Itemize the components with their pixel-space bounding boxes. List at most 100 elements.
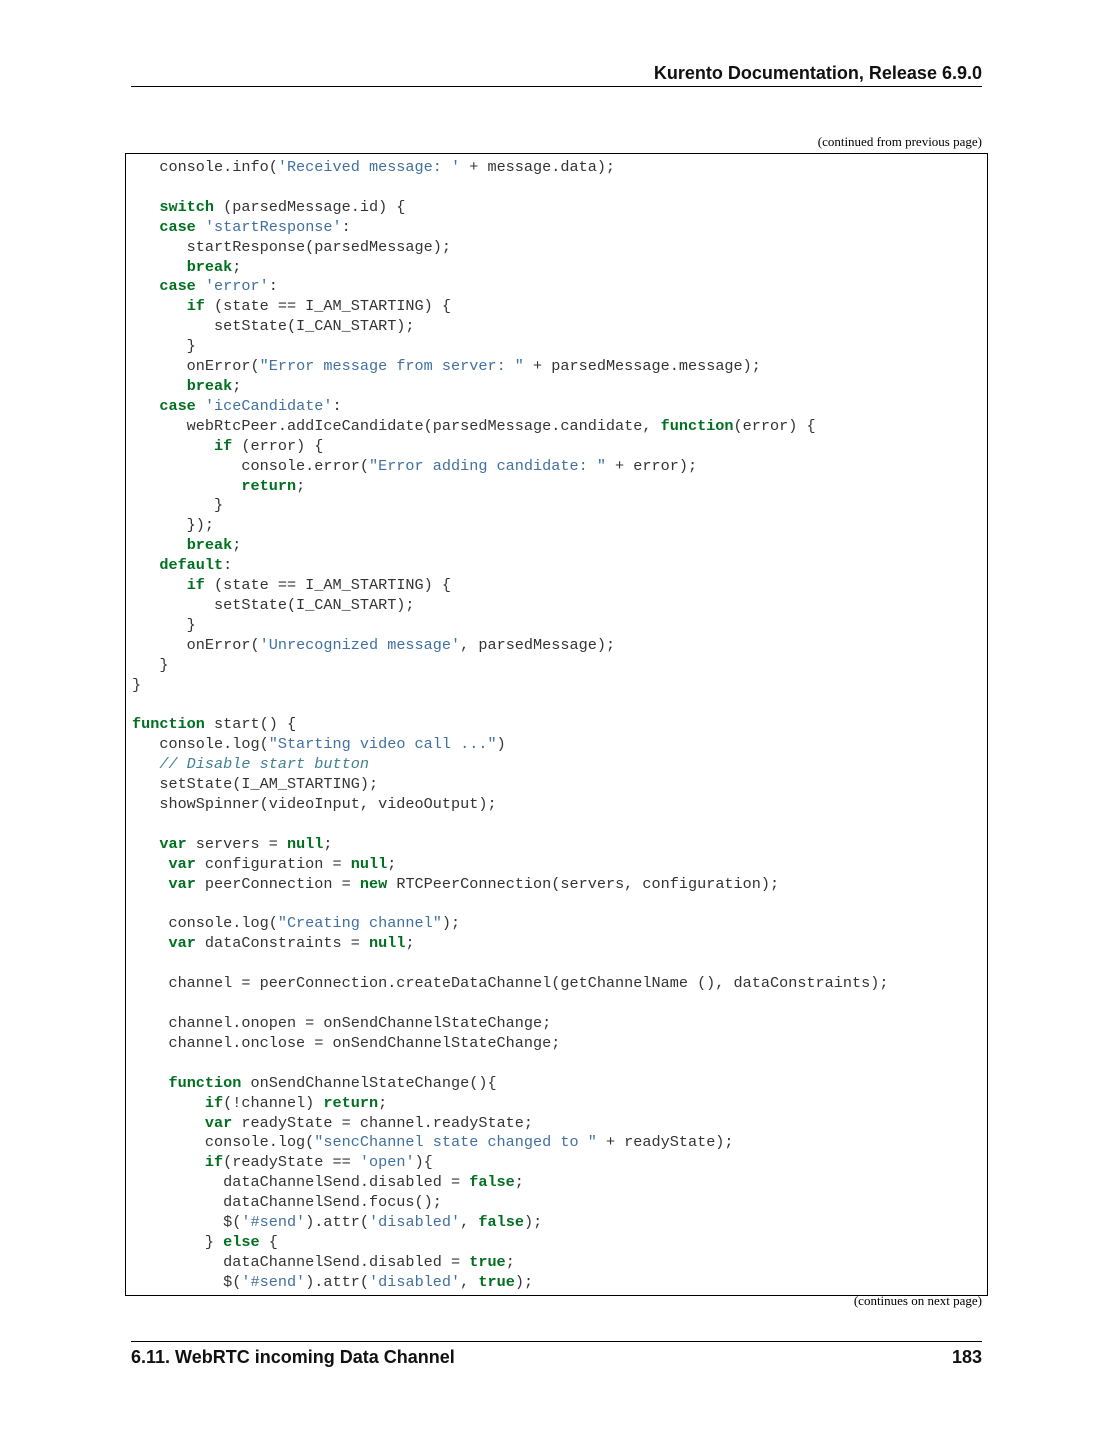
code-line: dataChannelSend.disabled = true; xyxy=(132,1253,888,1273)
code-text: ); xyxy=(441,914,461,933)
code-line: console.log("Creating channel"); xyxy=(132,914,888,934)
code-text: setState(I_CAN_START); xyxy=(132,317,415,336)
code-keyword: var xyxy=(204,1113,233,1132)
code-text: } xyxy=(132,496,224,515)
code-text: onError( xyxy=(132,635,260,654)
code-string: 'disabled' xyxy=(369,1213,461,1232)
code-keyword: if xyxy=(214,436,233,455)
code-keyword: default xyxy=(159,556,224,575)
code-text: } xyxy=(132,337,196,356)
code-keyword: true xyxy=(469,1252,506,1271)
code-line: // Disable start button xyxy=(132,755,888,775)
code-text: $( xyxy=(132,1213,242,1232)
code-line: case 'startResponse': xyxy=(132,218,888,238)
code-keyword: case xyxy=(159,217,196,236)
code-text: } xyxy=(132,615,196,634)
code-line: if (error) { xyxy=(132,437,888,457)
code-text: console.log( xyxy=(132,914,278,933)
code-line: } xyxy=(132,616,888,636)
code-line: var configuration = null; xyxy=(132,855,888,875)
code-text: , xyxy=(460,1213,479,1232)
code-text: (error) { xyxy=(232,436,324,455)
code-keyword: false xyxy=(469,1173,515,1192)
code-line: var dataConstraints = null; xyxy=(132,934,888,954)
code-string: 'Received message: ' xyxy=(277,158,461,176)
code-text: (state == I_AM_STARTING) { xyxy=(204,576,451,595)
code-text: (!channel) xyxy=(223,1093,324,1112)
footer-divider xyxy=(131,1341,982,1342)
code-line: } xyxy=(132,676,888,696)
code-line: var peerConnection = new RTCPeerConnecti… xyxy=(132,875,888,895)
code-line: var readyState = channel.readyState; xyxy=(132,1114,888,1134)
code-string: 'iceCandidate' xyxy=(204,396,333,415)
code-keyword: function xyxy=(660,416,734,435)
code-string: '#send' xyxy=(241,1272,306,1291)
code-text: ; xyxy=(323,834,333,853)
code-text: ; xyxy=(378,1093,388,1112)
continues-next-note: (continues on next page) xyxy=(853,1293,982,1308)
code-text: RTCPeerConnection(servers, configuration… xyxy=(387,874,780,893)
code-line: $('#send').attr('disabled', true); xyxy=(132,1273,888,1293)
code-text: console.log( xyxy=(132,1133,315,1152)
code-text: } xyxy=(132,1232,224,1251)
code-text: , xyxy=(460,1272,479,1291)
code-text: } xyxy=(132,655,169,674)
code-comment: // Disable start button xyxy=(159,755,369,774)
code-line: if(!channel) return; xyxy=(132,1094,888,1114)
code-text: ).attr( xyxy=(305,1272,369,1291)
code-text: ; xyxy=(232,536,242,555)
code-text: , parsedMessage); xyxy=(460,635,616,654)
code-text: setState(I_AM_STARTING); xyxy=(132,775,379,794)
continued-from-note: (continued from previous page) xyxy=(817,134,982,149)
code-string: 'open' xyxy=(359,1153,415,1172)
code-text: (state == I_AM_STARTING) { xyxy=(204,297,451,316)
code-text: console.info( xyxy=(132,158,278,176)
code-text: ); xyxy=(523,1213,543,1232)
code-text: ; xyxy=(387,854,397,873)
code-line: setState(I_CAN_START); xyxy=(132,596,888,616)
code-line: console.info('Received message: ' + mess… xyxy=(132,158,888,178)
code-line: showSpinner(videoInput, videoOutput); xyxy=(132,795,888,815)
code-text: startResponse(parsedMessage); xyxy=(132,237,451,256)
code-text: ); xyxy=(514,1272,534,1291)
code-text: webRtcPeer.addIceCandidate(parsedMessage… xyxy=(132,416,661,435)
code-keyword: var xyxy=(159,834,187,853)
code-text: { xyxy=(259,1232,278,1251)
code-text: dataConstraints = xyxy=(195,934,369,953)
code-keyword: if xyxy=(186,576,205,595)
code-string: 'disabled' xyxy=(369,1272,461,1291)
code-text: ){ xyxy=(414,1153,433,1172)
code-string: "sencChannel state changed to " xyxy=(314,1133,597,1152)
code-keyword: case xyxy=(159,277,196,296)
code-keyword: break xyxy=(186,536,233,555)
code-string: "Starting video call ..." xyxy=(268,735,497,754)
code-line: } xyxy=(132,337,888,357)
code-text: dataChannelSend.disabled = xyxy=(132,1252,470,1271)
code-string: 'startResponse' xyxy=(204,217,342,236)
code-line: case 'error': xyxy=(132,277,888,297)
code-text: + message.data); xyxy=(460,158,616,176)
code-keyword: if xyxy=(186,297,205,316)
code-line: } else { xyxy=(132,1233,888,1253)
code-line: if (state == I_AM_STARTING) { xyxy=(132,297,888,317)
code-text: ).attr( xyxy=(305,1213,369,1232)
code-string: 'error' xyxy=(204,277,269,296)
page-header-title: Kurento Documentation, Release 6.9.0 xyxy=(653,63,982,83)
code-text: + readyState); xyxy=(596,1133,734,1152)
